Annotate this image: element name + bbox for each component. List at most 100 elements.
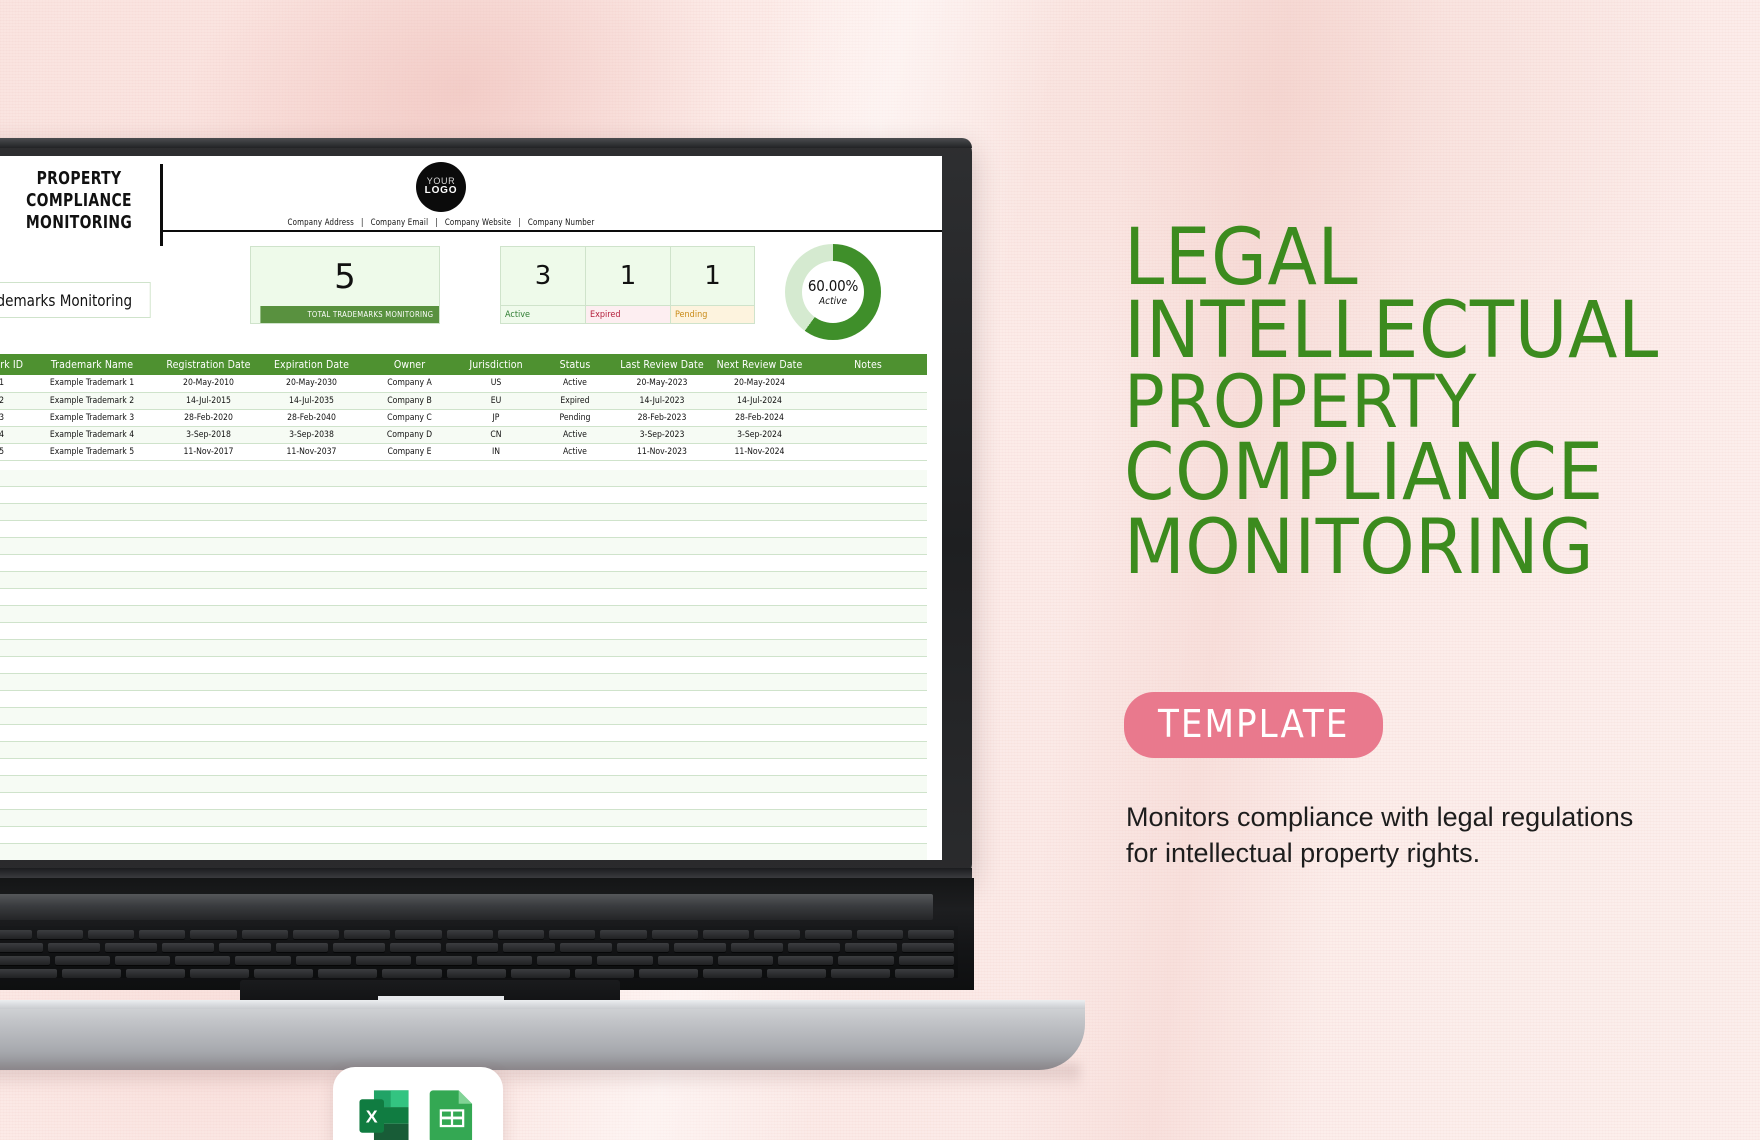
table-column-header-0: Trademark ID — [0, 354, 27, 375]
table-cell: 20-May-2010 — [157, 375, 260, 393]
empty-row — [0, 555, 927, 572]
table-cell — [809, 392, 927, 410]
promo-title-line-4: COMPLIANCE — [1124, 428, 1604, 519]
promo-title-line-1: LEGAL — [1124, 213, 1359, 303]
keyboard-row — [0, 930, 958, 939]
table-cell: 3-Sep-2038 — [260, 426, 363, 444]
table-cell: TM001 — [0, 375, 27, 393]
spreadsheet-canvas: PROPERTY COMPLIANCE MONITORING YOUR LOGO… — [0, 156, 942, 860]
table-cell: IN — [456, 443, 536, 461]
contact-website: Company Website — [444, 218, 512, 228]
empty-row — [0, 623, 927, 640]
table-cell: Example Trademark 3 — [27, 409, 157, 427]
active-percentage-donut-chart: 60.00% Active — [785, 244, 881, 340]
keyboard-key — [87, 930, 134, 939]
keyboard-row — [0, 956, 958, 965]
donut-ring: 60.00% Active — [785, 244, 881, 340]
table-cell: Expired — [536, 392, 614, 410]
keyboard-key — [805, 930, 852, 939]
table-cell: Active — [536, 426, 614, 444]
keyboard-key — [126, 969, 186, 978]
keyboard-key — [235, 956, 291, 965]
keyboard-key — [332, 943, 385, 952]
keyboard-key — [241, 930, 288, 939]
table-cell — [809, 443, 927, 461]
empty-row — [0, 776, 927, 793]
table-column-header-3: Expiration Date — [260, 354, 363, 375]
keyboard-key — [0, 943, 43, 952]
table-cell — [809, 409, 927, 427]
keyboard-key — [702, 969, 762, 978]
keyboard-key — [47, 943, 100, 952]
table-cell: 28-Feb-2024 — [710, 409, 809, 427]
table-cell: JP — [456, 409, 536, 427]
table-cell: 11-Nov-2024 — [710, 443, 809, 461]
keyboard-key — [617, 943, 670, 952]
kpi-total-value: 5 — [334, 256, 356, 297]
table-cell — [809, 375, 927, 393]
table-header-row: Trademark IDTrademark NameRegistration D… — [0, 354, 927, 375]
kpi-status-group: 3 Active 1 Expired 1 Pending — [500, 246, 755, 324]
keyboard-key — [161, 943, 214, 952]
kpi-card-active: 3 Active — [500, 246, 585, 324]
table-column-header-9: Notes — [809, 354, 927, 375]
table-cell: CN — [456, 426, 536, 444]
contact-sep-3: | — [518, 218, 521, 228]
table-row: TM001Example Trademark 120-May-201020-Ma… — [0, 375, 927, 393]
table-cell: Example Trademark 5 — [27, 443, 157, 461]
laptop-keyboard — [0, 926, 958, 978]
table-cell: 28-Feb-2023 — [614, 409, 710, 427]
keyboard-key — [54, 956, 110, 965]
table-cell: Company E — [363, 443, 456, 461]
table-cell: 3-Sep-2018 — [157, 426, 260, 444]
table-cell: TM002 — [0, 392, 27, 410]
table-cell: Example Trademark 1 — [27, 375, 157, 393]
keyboard-key — [638, 969, 698, 978]
keyboard-key — [717, 956, 774, 965]
keyboard-row — [0, 969, 958, 978]
keyboard-key — [574, 969, 634, 978]
logo-line-2: LOGO — [424, 185, 458, 197]
keyboard-key — [0, 969, 58, 978]
keyboard-key — [838, 956, 894, 965]
table-cell: 28-Feb-2020 — [157, 409, 260, 427]
keyboard-key — [597, 956, 653, 965]
table-cell: TM003 — [0, 409, 27, 427]
empty-row — [0, 674, 927, 691]
keyboard-key — [0, 956, 50, 965]
keyboard-key — [476, 956, 532, 965]
promo-title: LEGAL INTELLECTUAL PROPERTY COMPLIANCE M… — [1124, 213, 1732, 584]
table-cell: 20-May-2030 — [260, 375, 363, 393]
table-cell: 14-Jul-2023 — [614, 392, 710, 410]
table-body: TM001Example Trademark 120-May-201020-Ma… — [0, 375, 927, 461]
table-cell — [809, 426, 927, 444]
keyboard-key — [788, 943, 840, 952]
laptop-screen: PROPERTY COMPLIANCE MONITORING YOUR LOGO… — [0, 156, 942, 860]
keyboard-key — [766, 969, 826, 978]
keyboard-key — [395, 930, 442, 939]
keyboard-key — [254, 969, 314, 978]
sheet-tab-trademarks-monitoring[interactable]: Trademarks Monitoring — [0, 282, 151, 318]
keyboard-key — [560, 943, 613, 952]
keyboard-key — [674, 943, 727, 952]
keyboard-key — [754, 930, 801, 939]
empty-row — [0, 589, 927, 606]
contact-number: Company Number — [527, 218, 595, 228]
empty-row — [0, 844, 927, 860]
promo-panel: LEGAL INTELLECTUAL PROPERTY COMPLIANCE M… — [1124, 0, 1760, 1140]
table-column-header-2: Registration Date — [157, 354, 260, 375]
keyboard-key — [898, 956, 955, 965]
contact-sep-2: | — [435, 218, 438, 228]
empty-row — [0, 657, 927, 674]
keyboard-key — [114, 956, 171, 965]
empty-row — [0, 742, 927, 759]
template-badge: TEMPLATE — [1124, 692, 1384, 758]
header-horizontal-rule — [160, 230, 942, 232]
sheet-tab-label: Trademarks Monitoring — [0, 290, 133, 310]
keyboard-key — [600, 930, 647, 939]
laptop-palmrest-edge — [0, 1000, 1085, 1009]
keyboard-key — [657, 956, 713, 965]
table-cell: Company C — [363, 409, 456, 427]
keyboard-key — [702, 930, 749, 939]
keyboard-key — [901, 943, 954, 952]
